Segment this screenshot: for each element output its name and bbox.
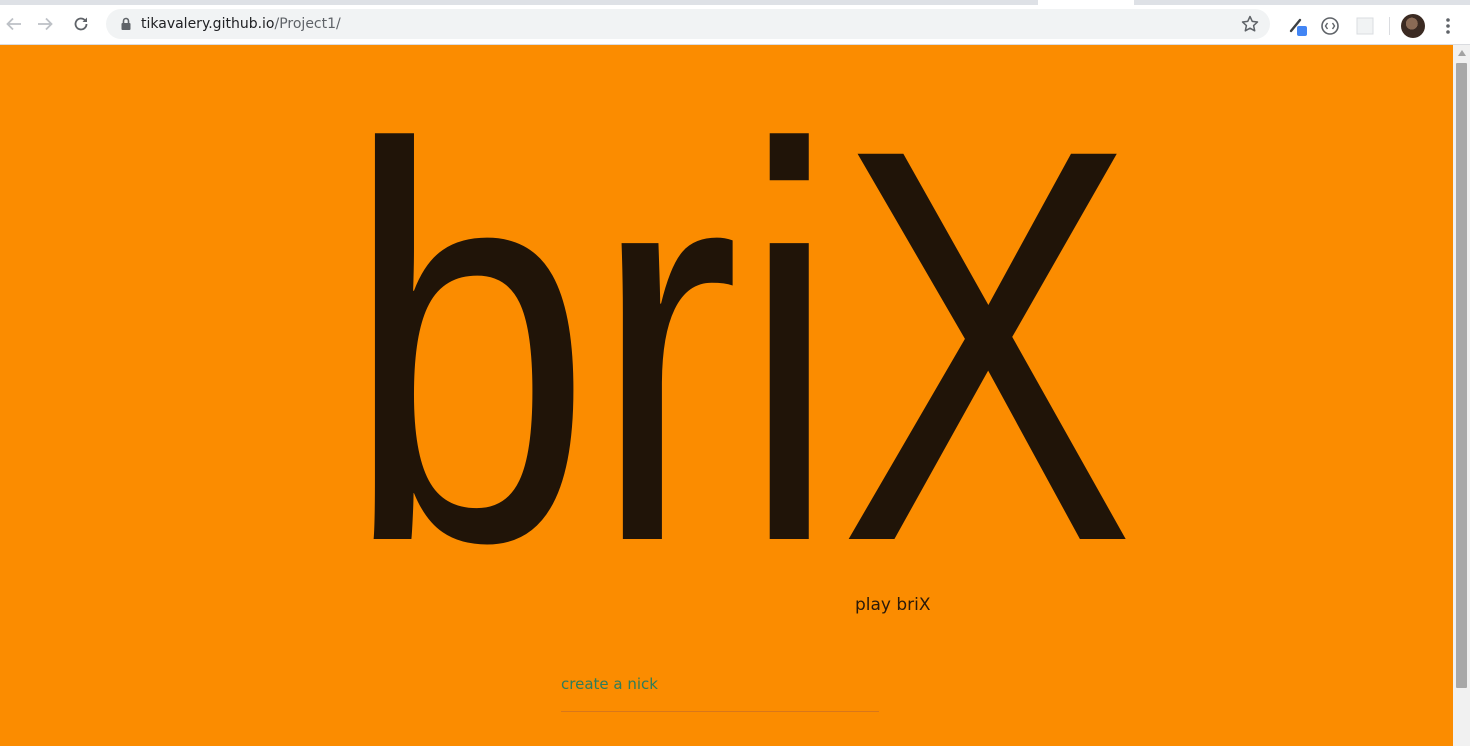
browser-window: tikavalery.github.io/Project1/ briX play…	[0, 0, 1470, 746]
triangle-up-icon	[1457, 50, 1466, 56]
address-bar[interactable]: tikavalery.github.io/Project1/	[106, 9, 1270, 39]
lock-icon[interactable]	[118, 16, 134, 32]
toolbar-divider	[1389, 17, 1390, 35]
color-picker-extension-icon[interactable]	[1287, 15, 1309, 37]
url-path: /Project1/	[274, 16, 341, 32]
kebab-menu-icon[interactable]	[1438, 14, 1458, 38]
star-icon[interactable]	[1240, 14, 1260, 34]
browser-toolbar: tikavalery.github.io/Project1/	[0, 5, 1470, 45]
reload-icon	[74, 17, 88, 31]
play-brix-link[interactable]: play briX	[855, 595, 931, 615]
reload-button[interactable]	[67, 10, 95, 38]
extension-placeholder-icon[interactable]	[1354, 15, 1376, 37]
nick-field	[561, 665, 879, 712]
profile-avatar[interactable]	[1401, 14, 1425, 38]
url-text[interactable]: tikavalery.github.io/Project1/	[141, 16, 341, 32]
brix-logo-text: briX	[345, 121, 1135, 551]
code-extension-icon[interactable]	[1319, 15, 1341, 37]
scroll-thumb[interactable]	[1456, 63, 1467, 688]
scroll-up-button[interactable]	[1453, 45, 1470, 61]
arrow-left-icon	[6, 17, 21, 31]
forward-button[interactable]	[31, 10, 59, 38]
nick-input[interactable]	[561, 671, 879, 697]
arrow-right-icon	[38, 17, 53, 31]
vertical-scrollbar[interactable]	[1453, 45, 1470, 746]
back-button[interactable]	[0, 10, 28, 38]
url-host: tikavalery.github.io	[141, 16, 275, 32]
page-content: briX play briX	[0, 45, 1453, 746]
brix-logo: briX	[345, 121, 1135, 551]
